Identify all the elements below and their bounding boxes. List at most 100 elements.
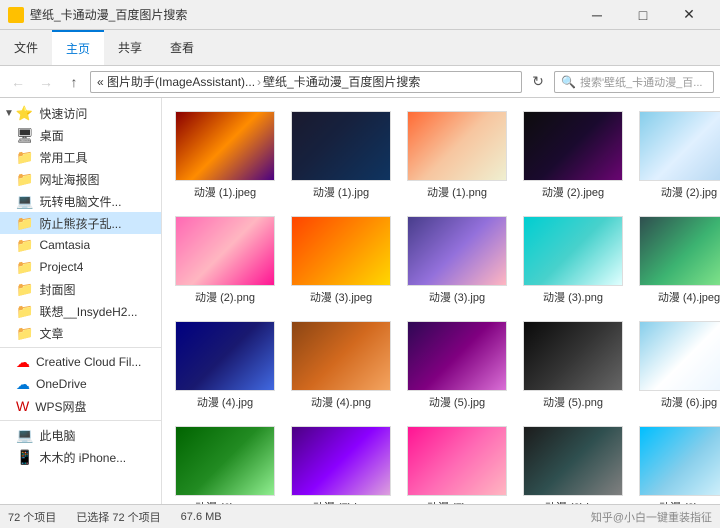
close-button[interactable]: ✕ — [666, 0, 712, 30]
up-button[interactable]: ↑ — [62, 70, 86, 94]
thumb-item-16[interactable]: 动漫 (7).jpg — [286, 421, 396, 504]
thispc-icon: 💻 — [16, 427, 33, 444]
sidebar-item-thispc[interactable]: 💻 此电脑 — [0, 424, 161, 446]
thumb-image-2 — [407, 111, 507, 181]
sidebar-label-pctools: 玩转电脑文件... — [39, 193, 121, 210]
tab-share[interactable]: 共享 — [104, 30, 156, 65]
sidebar-label-tools: 常用工具 — [39, 149, 87, 166]
thumb-image-17 — [407, 426, 507, 496]
sidebar-label-lenovo: 联想__InsydeH2... — [39, 303, 137, 320]
minimize-button[interactable]: ─ — [574, 0, 620, 30]
address-path[interactable]: « 图片助手(ImageAssistant)... › 壁纸_卡通动漫_百度图片… — [90, 71, 522, 93]
thumbnail-grid: 动漫 (1).jpeg 动漫 (1).jpg 动漫 (1).png 动漫 (2).jp… — [170, 106, 712, 504]
thumb-name-3: 动漫 (2).jpeg — [542, 184, 604, 200]
tab-home[interactable]: 主页 — [52, 30, 104, 65]
thumb-name-13: 动漫 (5).png — [543, 394, 603, 410]
lenovo-icon: 📁 — [16, 303, 33, 320]
thumb-name-2: 动漫 (1).png — [427, 184, 487, 200]
thumb-name-11: 动漫 (4).png — [311, 394, 371, 410]
special1-icon: 📁 — [16, 215, 33, 232]
thumb-item-3[interactable]: 动漫 (2).jpeg — [518, 106, 628, 205]
thumb-image-14 — [639, 321, 720, 391]
thumb-name-15: 动漫 (6).png — [195, 499, 255, 504]
thumb-image-13 — [523, 321, 623, 391]
thumb-name-17: 动漫 (7).png — [427, 499, 487, 504]
sidebar-label-camtasia: Camtasia — [39, 238, 90, 252]
path-part1: « 图片助手(ImageAssistant)... — [97, 73, 255, 90]
thumb-image-15 — [175, 426, 275, 496]
thumb-image-9 — [639, 216, 720, 286]
thumb-item-2[interactable]: 动漫 (1).png — [402, 106, 512, 205]
desktop-icon: 🖥 — [16, 127, 34, 144]
onedrive-icon: ☁ — [16, 376, 30, 393]
thumb-item-17[interactable]: 动漫 (7).png — [402, 421, 512, 504]
tab-file[interactable]: 文件 — [0, 30, 52, 65]
sidebar-label-project4: Project4 — [39, 260, 83, 274]
total-size: 67.6 MB — [181, 511, 222, 523]
thumb-item-5[interactable]: 动漫 (2).png — [170, 211, 280, 310]
wps-icon: W — [16, 398, 29, 414]
thumb-name-5: 动漫 (2).png — [195, 289, 255, 305]
thumb-name-16: 动漫 (7).jpg — [313, 499, 369, 504]
sidebar-item-onedrive[interactable]: ☁ OneDrive — [0, 373, 161, 395]
sidebar: ▼ ⭐ 快速访问 🖥 桌面 📁 常用工具 📁 网址海报图 💻 玩转电脑文件...… — [0, 98, 162, 504]
sidebar-item-tools[interactable]: 📁 常用工具 — [0, 146, 161, 168]
thumb-name-12: 动漫 (5).jpg — [429, 394, 485, 410]
thumb-image-10 — [175, 321, 275, 391]
tab-view[interactable]: 查看 — [156, 30, 208, 65]
quick-access-arrow: ▼ — [4, 108, 14, 119]
thumb-item-18[interactable]: 动漫 (8).jpg — [518, 421, 628, 504]
thumb-item-9[interactable]: 动漫 (4).jpeg — [634, 211, 720, 310]
sidebar-item-iphone[interactable]: 📱 木木的 iPhone... — [0, 446, 161, 468]
thumb-name-9: 动漫 (4).jpeg — [658, 289, 720, 305]
sidebar-item-wps[interactable]: W WPS网盘 — [0, 395, 161, 417]
sidebar-label-onedrive: OneDrive — [36, 377, 87, 391]
sidebar-label-thispc: 此电脑 — [39, 427, 75, 444]
sidebar-item-article[interactable]: 📁 文章 — [0, 322, 161, 344]
thumb-item-10[interactable]: 动漫 (4).jpg — [170, 316, 280, 415]
thumb-item-19[interactable]: 动漫 (8).png — [634, 421, 720, 504]
back-button[interactable]: ← — [6, 70, 30, 94]
maximize-button[interactable]: □ — [620, 0, 666, 30]
webposter-icon: 📁 — [16, 171, 33, 188]
sidebar-item-special1[interactable]: 📁 防止熊孩子乱... — [0, 212, 161, 234]
thumb-item-7[interactable]: 动漫 (3).jpg — [402, 211, 512, 310]
thumb-item-14[interactable]: 动漫 (6).jpg — [634, 316, 720, 415]
forward-button[interactable]: → — [34, 70, 58, 94]
thumb-item-8[interactable]: 动漫 (3).png — [518, 211, 628, 310]
sidebar-item-cover[interactable]: 📁 封面图 — [0, 278, 161, 300]
article-icon: 📁 — [16, 325, 33, 342]
content-area: 动漫 (1).jpeg 动漫 (1).jpg 动漫 (1).png 动漫 (2).jp… — [162, 98, 720, 504]
sidebar-item-creativecloud[interactable]: ☁ Creative Cloud Fil... — [0, 351, 161, 373]
camtasia-icon: 📁 — [16, 237, 33, 254]
search-box[interactable]: 🔍 搜索'壁纸_卡通动漫_百... — [554, 71, 714, 93]
thumb-item-11[interactable]: 动漫 (4).png — [286, 316, 396, 415]
thumb-item-12[interactable]: 动漫 (5).jpg — [402, 316, 512, 415]
thumb-image-18 — [523, 426, 623, 496]
thumb-item-15[interactable]: 动漫 (6).png — [170, 421, 280, 504]
main-layout: ▼ ⭐ 快速访问 🖥 桌面 📁 常用工具 📁 网址海报图 💻 玩转电脑文件...… — [0, 98, 720, 504]
sidebar-item-pctools[interactable]: 💻 玩转电脑文件... — [0, 190, 161, 212]
selected-count: 已选择 72 个项目 — [76, 509, 160, 525]
refresh-button[interactable]: ↻ — [526, 70, 550, 94]
thumb-item-4[interactable]: 动漫 (2).jpg — [634, 106, 720, 205]
thumb-name-0: 动漫 (1).jpeg — [194, 184, 256, 200]
thumb-image-0 — [175, 111, 275, 181]
thumb-image-7 — [407, 216, 507, 286]
sidebar-item-desktop[interactable]: 🖥 桌面 — [0, 124, 161, 146]
thumb-item-1[interactable]: 动漫 (1).jpg — [286, 106, 396, 205]
thumb-item-6[interactable]: 动漫 (3).jpeg — [286, 211, 396, 310]
sidebar-item-webposter[interactable]: 📁 网址海报图 — [0, 168, 161, 190]
thumb-name-6: 动漫 (3).jpeg — [310, 289, 372, 305]
quick-access-group[interactable]: ▼ ⭐ 快速访问 — [0, 102, 161, 124]
sidebar-label-wps: WPS网盘 — [35, 398, 86, 415]
search-placeholder: 搜索'壁纸_卡通动漫_百... — [580, 74, 703, 90]
thumb-image-12 — [407, 321, 507, 391]
path-part2: 壁纸_卡通动漫_百度图片搜索 — [263, 73, 420, 90]
thumb-item-13[interactable]: 动漫 (5).png — [518, 316, 628, 415]
sidebar-label-iphone: 木木的 iPhone... — [39, 449, 126, 466]
sidebar-item-project4[interactable]: 📁 Project4 — [0, 256, 161, 278]
sidebar-item-camtasia[interactable]: 📁 Camtasia — [0, 234, 161, 256]
sidebar-item-lenovo[interactable]: 📁 联想__InsydeH2... — [0, 300, 161, 322]
thumb-item-0[interactable]: 动漫 (1).jpeg — [170, 106, 280, 205]
